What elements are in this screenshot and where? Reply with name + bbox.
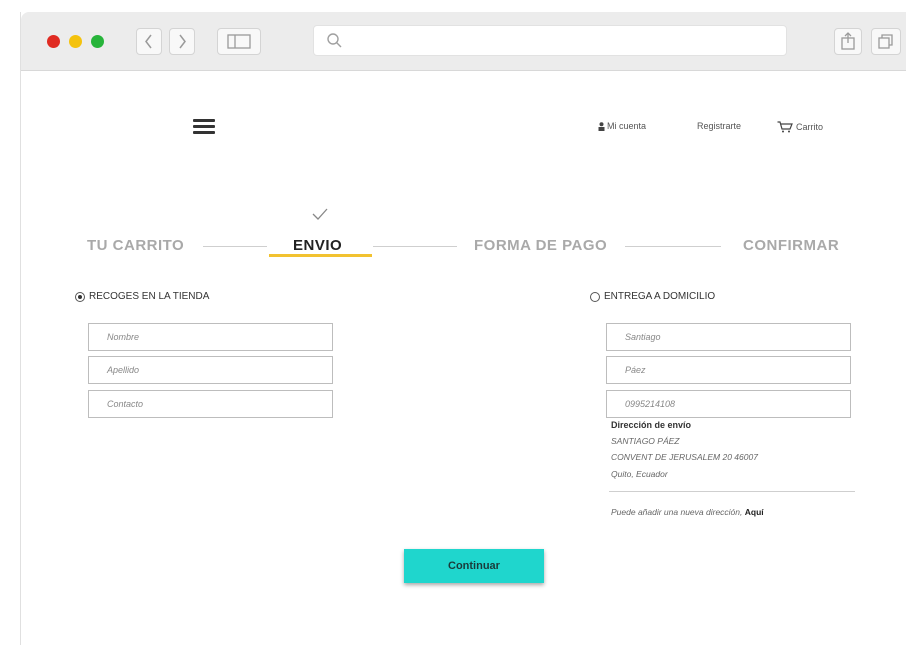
checkout-page: Mi cuenta Registrarte Carrito TU CARRITO… (21, 71, 906, 645)
sidebar-button[interactable] (217, 28, 261, 55)
step-cart[interactable]: TU CARRITO (87, 237, 184, 254)
step-confirm[interactable]: CONFIRMAR (743, 237, 839, 254)
register-link[interactable]: Registrarte (697, 121, 741, 131)
contact-field[interactable]: Contacto (88, 390, 333, 418)
address-bar[interactable] (313, 25, 787, 56)
maximize-window-button[interactable] (91, 35, 104, 48)
shipping-address-line: SANTIAGO PÁEZ (611, 436, 680, 446)
cart-label: Carrito (796, 122, 824, 132)
minimize-window-button[interactable] (69, 35, 82, 48)
back-icon (145, 34, 152, 49)
step-payment[interactable]: FORMA DE PAGO (474, 237, 607, 254)
step-divider (373, 246, 457, 247)
add-address-link[interactable]: Aquí (745, 507, 764, 517)
last-name-field[interactable]: Apellido (88, 356, 333, 384)
step-divider (203, 246, 267, 247)
back-button[interactable] (136, 28, 162, 55)
account-label: Mi cuenta (607, 121, 647, 131)
browser-toolbar (21, 12, 906, 71)
browser-window: Mi cuenta Registrarte Carrito TU CARRITO… (20, 12, 906, 645)
shipping-address-title: Dirección de envío (611, 420, 692, 430)
step-shipping[interactable]: ENVIO (293, 237, 342, 254)
cart-link[interactable]: Carrito (777, 121, 823, 133)
add-address-text: Puede añadir una nueva dirección, (611, 507, 743, 517)
pickup-option[interactable]: RECOGES EN LA TIENDA (75, 291, 209, 302)
shipping-address-line: CONVENT DE JERUSALEM 20 46007 (611, 452, 758, 462)
pickup-label: RECOGES EN LA TIENDA (89, 291, 210, 302)
delivery-option[interactable]: ENTREGA A DOMICILIO (590, 291, 715, 302)
add-address-note: Puede añadir una nueva dirección, Aquí (611, 507, 764, 517)
delivery-first-name-field[interactable]: Santiago (606, 323, 851, 351)
first-name-field[interactable]: Nombre (88, 323, 333, 351)
share-button[interactable] (834, 28, 862, 55)
pickup-radio[interactable] (75, 291, 85, 302)
step-divider (625, 246, 721, 247)
user-icon (598, 121, 605, 131)
close-window-button[interactable] (47, 35, 60, 48)
account-link[interactable]: Mi cuenta (598, 121, 646, 131)
delivery-label: ENTREGA A DOMICILIO (604, 291, 716, 302)
tabs-button[interactable] (871, 28, 901, 55)
menu-icon[interactable] (193, 119, 215, 134)
cart-icon (777, 121, 793, 133)
shipping-address-line: Quito, Ecuador (611, 469, 668, 479)
delivery-radio[interactable] (590, 291, 600, 302)
share-icon (841, 32, 855, 50)
delivery-last-name-field[interactable]: Páez (606, 356, 851, 384)
continue-button[interactable]: Continuar (404, 549, 544, 583)
active-step-underline (269, 254, 372, 257)
sidebar-icon (227, 34, 251, 49)
checkmark-icon (312, 208, 328, 220)
forward-button[interactable] (169, 28, 195, 55)
forward-icon (179, 34, 186, 49)
search-icon (327, 33, 342, 48)
tabs-icon (878, 34, 893, 49)
delivery-phone-field[interactable]: 0995214108 (606, 390, 851, 418)
divider (609, 491, 855, 492)
